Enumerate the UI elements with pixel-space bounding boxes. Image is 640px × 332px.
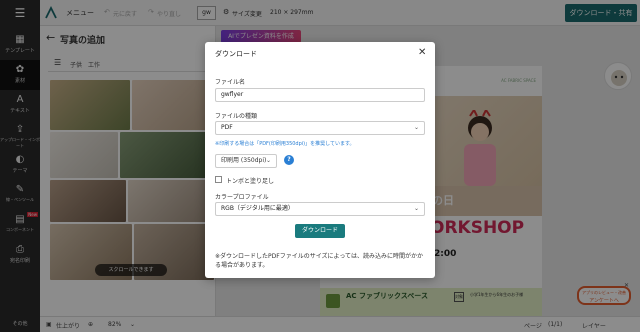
dialog-footnote: ※ダウンロードしたPDFファイルのサイズによっては、読み込みに時間がかかる場合が… (215, 253, 423, 269)
profile-label: カラープロファイル (215, 194, 269, 201)
help-icon[interactable]: ? (284, 155, 294, 165)
filetype-label: ファイルの種類 (215, 113, 258, 120)
crop-marks-checkbox[interactable] (215, 176, 222, 183)
crop-marks-label: トンボと塗り足し (226, 178, 275, 185)
filename-field[interactable]: gwflyer (215, 88, 425, 102)
chevron-down-icon: ⌄ (413, 205, 419, 212)
dialog-title: ダウンロード (215, 50, 257, 58)
resolution-value: 印刷用 (350dpi) (221, 157, 267, 164)
print-note: ※印刷する場合は「PDF(印刷用350dpi)」を推奨しています。 (215, 141, 355, 147)
download-button[interactable]: ダウンロード (295, 224, 345, 238)
filename-label: ファイル名 (215, 79, 246, 86)
profile-select[interactable]: RGB（デジタル用に最適） ⌄ (215, 202, 425, 216)
filetype-select[interactable]: PDF ⌄ (215, 121, 425, 135)
resolution-select[interactable]: 印刷用 (350dpi) ⌄ (215, 154, 277, 168)
close-icon[interactable]: ✕ (418, 47, 426, 58)
chevron-down-icon: ⌄ (413, 124, 419, 131)
filetype-value: PDF (221, 124, 233, 131)
profile-value: RGB（デジタル用に最適） (221, 205, 294, 212)
chevron-down-icon: ⌄ (265, 157, 271, 164)
download-dialog: ダウンロード ✕ ファイル名 gwflyer ファイルの種類 PDF ⌄ ※印刷… (205, 42, 435, 278)
